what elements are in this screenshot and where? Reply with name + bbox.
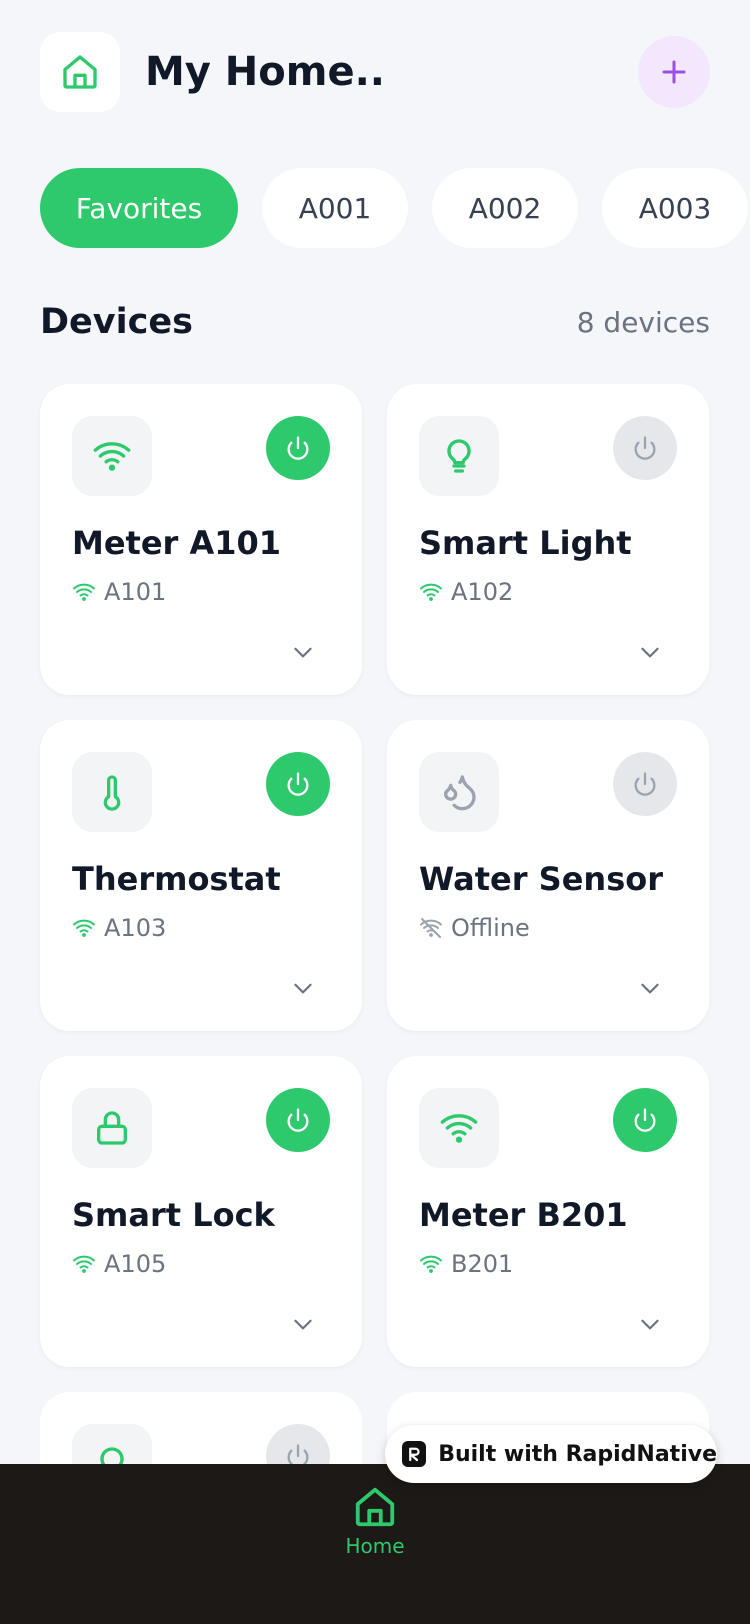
device-status: A102 <box>419 578 513 606</box>
badge-text: Built with RapidNative <box>438 1441 717 1467</box>
chevron-down-icon <box>641 647 659 658</box>
thermometer-icon <box>103 775 121 811</box>
power-toggle[interactable] <box>613 1088 677 1152</box>
wifi-small-icon <box>73 919 95 937</box>
expand-chevron[interactable] <box>637 642 663 662</box>
power-icon <box>634 436 656 460</box>
power-toggle[interactable] <box>266 416 330 480</box>
expand-chevron[interactable] <box>637 978 663 998</box>
device-card-smart-light[interactable]: Smart Light A102 <box>387 384 709 695</box>
power-toggle[interactable] <box>613 752 677 816</box>
device-card-meter-b201[interactable]: Meter B201 B201 <box>387 1056 709 1367</box>
wifi-small-icon <box>73 583 95 601</box>
plus-icon <box>662 60 686 84</box>
device-name: Meter B201 <box>419 1196 628 1234</box>
chip-favorites[interactable]: Favorites <box>40 168 238 248</box>
chevron-down-icon <box>641 983 659 994</box>
device-status-text: B201 <box>451 1250 514 1278</box>
bottom-tab-bar: Home <box>0 1464 750 1624</box>
home-icon <box>63 55 97 89</box>
bulb-icon <box>447 439 471 473</box>
tab-home[interactable]: Home <box>335 1484 415 1614</box>
device-name: Thermostat <box>72 860 281 898</box>
chevron-down-icon <box>641 1319 659 1330</box>
device-name: Smart Lock <box>72 1196 275 1234</box>
power-icon <box>287 436 309 460</box>
device-card-smart-lock[interactable]: Smart Lock A105 <box>40 1056 362 1367</box>
device-icon-box <box>419 1088 499 1168</box>
expand-chevron[interactable] <box>637 1314 663 1334</box>
devices-count: 8 devices <box>576 306 710 339</box>
chevron-down-icon <box>294 647 312 658</box>
add-device-button[interactable] <box>638 36 710 108</box>
device-card-thermostat[interactable]: Thermostat A103 <box>40 720 362 1031</box>
device-status-text: A103 <box>104 914 167 942</box>
power-toggle[interactable] <box>613 416 677 480</box>
wifi-off-icon <box>420 918 442 938</box>
device-name: Water Sensor <box>419 860 664 898</box>
lock-icon <box>97 1111 127 1145</box>
droplets-icon <box>444 775 476 811</box>
power-icon <box>634 1108 656 1132</box>
built-with-badge[interactable]: Built with RapidNative <box>385 1425 717 1483</box>
chip-a003[interactable]: A003 <box>602 168 748 248</box>
power-icon <box>634 772 656 796</box>
page-title: My Home.. <box>145 49 385 95</box>
power-toggle[interactable] <box>266 1088 330 1152</box>
device-status-text: Offline <box>451 914 530 942</box>
device-card-meter-a101[interactable]: Meter A101 A101 <box>40 384 362 695</box>
wifi-small-icon <box>73 1255 95 1273</box>
device-status: A105 <box>72 1250 166 1278</box>
chip-a001[interactable]: A001 <box>262 168 408 248</box>
device-icon-box <box>72 416 152 496</box>
device-status-text: A105 <box>104 1250 167 1278</box>
device-icon-box <box>419 416 499 496</box>
tab-home-label: Home <box>345 1534 405 1558</box>
device-status: B201 <box>419 1250 513 1278</box>
chevron-down-icon <box>294 983 312 994</box>
device-name: Meter A101 <box>72 524 282 562</box>
device-card-water-sensor[interactable]: Water Sensor Offline <box>387 720 709 1031</box>
power-icon <box>287 1108 309 1132</box>
room-filter-chips: Favorites A001 A002 A003 <box>40 168 748 248</box>
power-toggle[interactable] <box>266 752 330 816</box>
device-status-text: A102 <box>451 578 514 606</box>
chevron-down-icon <box>294 1319 312 1330</box>
home-logo[interactable] <box>40 32 120 112</box>
wifi-small-icon <box>420 583 442 601</box>
device-status: Offline <box>419 914 530 942</box>
expand-chevron[interactable] <box>290 642 316 662</box>
expand-chevron[interactable] <box>290 1314 316 1334</box>
home-icon <box>355 1487 395 1527</box>
header: My Home.. <box>40 32 710 112</box>
device-status-text: A101 <box>104 578 167 606</box>
device-status: A103 <box>72 914 166 942</box>
device-icon-box <box>419 752 499 832</box>
device-icon-box <box>72 752 152 832</box>
expand-chevron[interactable] <box>290 978 316 998</box>
wifi-small-icon <box>420 1255 442 1273</box>
wifi-icon <box>440 1114 478 1143</box>
chip-a002[interactable]: A002 <box>432 168 578 248</box>
power-icon <box>287 772 309 796</box>
device-icon-box <box>72 1088 152 1168</box>
rapidnative-logo-icon <box>402 1441 427 1467</box>
devices-heading: Devices <box>40 302 193 342</box>
device-name: Smart Light <box>419 524 632 562</box>
device-status: A101 <box>72 578 166 606</box>
devices-grid: Meter A101 A101 Smart Light A102 Thermos… <box>40 384 710 1367</box>
wifi-icon <box>93 442 131 471</box>
